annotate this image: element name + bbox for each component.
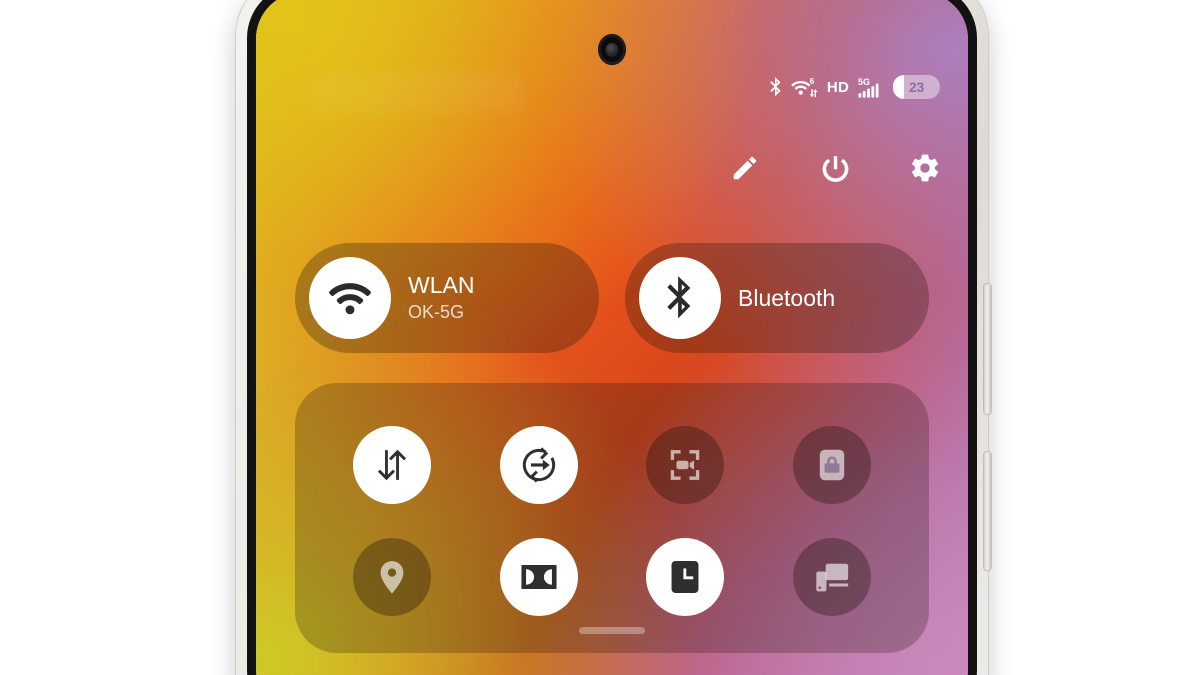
pencil-icon <box>730 153 760 183</box>
drag-handle[interactable] <box>579 627 645 634</box>
front-camera-icon <box>598 34 626 65</box>
power-button[interactable] <box>814 147 856 189</box>
power-side-button[interactable] <box>984 284 991 414</box>
cast-devices-icon <box>813 558 851 596</box>
battery-percent-label: 23 <box>908 79 925 95</box>
power-icon <box>820 153 851 184</box>
wlan-tile-subtitle: OK-5G <box>408 302 465 323</box>
volume-side-button[interactable] <box>984 452 991 570</box>
quick-toggle-panel <box>295 383 929 653</box>
svg-text:5G: 5G <box>858 77 870 87</box>
mobile-data-toggle[interactable] <box>353 426 432 504</box>
auto-rotate-toggle[interactable] <box>499 426 578 504</box>
location-pin-icon <box>373 558 411 596</box>
bluetooth-tile-title: Bluetooth <box>738 284 836 311</box>
edit-button[interactable] <box>724 147 766 189</box>
bluetooth-icon <box>639 257 721 339</box>
lock-icon <box>813 446 851 484</box>
bluetooth-tile[interactable]: Bluetooth <box>625 243 929 353</box>
screen-record-icon <box>666 446 704 484</box>
sync-rotate-icon <box>520 446 558 484</box>
sim-clock-icon <box>666 558 704 596</box>
screenshot-root: 6 HD 5G 23 WLAN OK-5G Bluetooth <box>0 0 1200 675</box>
wlan-tile[interactable]: WLAN OK-5G <box>295 243 599 353</box>
screen-cast-toggle[interactable] <box>792 538 871 616</box>
wlan-tile-title: WLAN <box>408 271 475 298</box>
location-toggle[interactable] <box>353 538 432 616</box>
connectivity-tiles: WLAN OK-5G Bluetooth <box>295 243 929 353</box>
dolby-atmos-toggle[interactable] <box>499 538 578 616</box>
quick-settings-action-row <box>724 147 946 189</box>
dolby-icon <box>519 557 559 597</box>
svg-text:6: 6 <box>810 77 815 86</box>
battery-indicator: 23 <box>893 75 940 99</box>
screen-recorder-toggle[interactable] <box>646 426 725 504</box>
sim-clock-toggle[interactable] <box>646 538 725 616</box>
settings-button[interactable] <box>904 147 946 189</box>
phone-screen: 6 HD 5G 23 WLAN OK-5G Bluetooth <box>256 0 968 675</box>
hd-indicator: HD <box>826 78 849 96</box>
bluetooth-tile-text: Bluetooth <box>738 285 835 311</box>
bluetooth-icon <box>769 77 782 97</box>
data-transfer-icon <box>373 446 411 484</box>
cellular-signal-icon: 5G <box>858 77 884 98</box>
screen-lock-toggle[interactable] <box>792 426 871 504</box>
wallpaper-widget-blur <box>308 72 523 114</box>
wlan-tile-text: WLAN OK-5G <box>408 272 474 325</box>
battery-fill <box>893 75 904 99</box>
status-bar: 6 HD 5G 23 <box>769 74 940 100</box>
gear-icon <box>909 152 941 184</box>
wifi-6-icon: 6 <box>791 77 818 98</box>
quick-toggle-grid <box>319 409 905 633</box>
wifi-icon <box>309 257 391 339</box>
